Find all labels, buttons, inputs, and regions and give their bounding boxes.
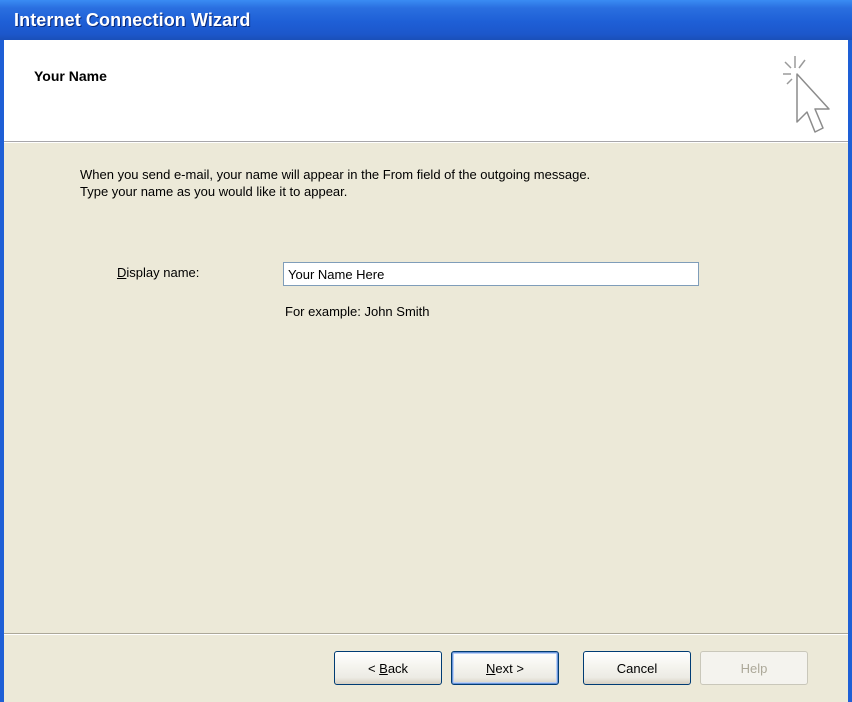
page-title: Your Name bbox=[34, 68, 107, 84]
intro-line-1: When you send e-mail, your name will app… bbox=[80, 167, 591, 182]
display-name-input[interactable] bbox=[283, 262, 699, 286]
window-title: Internet Connection Wizard bbox=[14, 10, 251, 30]
back-rest: ack bbox=[387, 660, 409, 676]
footer-separator-highlight bbox=[4, 634, 848, 635]
next-rest: ext > bbox=[495, 660, 524, 676]
title-bar[interactable]: Internet Connection Wizard bbox=[0, 0, 852, 40]
next-button[interactable]: Next > bbox=[451, 651, 559, 685]
next-accel: N bbox=[486, 660, 496, 676]
back-prefix: < bbox=[367, 660, 380, 676]
display-name-label: Display name: bbox=[117, 265, 199, 280]
header-divider bbox=[4, 142, 848, 143]
display-name-label-rest: isplay name: bbox=[126, 265, 200, 280]
wizard-header: Your Name bbox=[4, 40, 848, 142]
wizard-window: Internet Connection Wizard Your Name Whe… bbox=[0, 0, 852, 702]
display-name-accel: D bbox=[117, 265, 127, 280]
back-button[interactable]: < Back bbox=[334, 651, 442, 685]
example-text: For example: John Smith bbox=[285, 304, 430, 319]
cancel-button[interactable]: Cancel bbox=[583, 651, 691, 685]
wizard-cursor-sparkle-icon bbox=[783, 56, 830, 133]
intro-line-2: Type your name as you would like it to a… bbox=[80, 184, 348, 199]
help-button[interactable]: Help bbox=[700, 651, 808, 685]
intro-text: When you send e-mail, your name will app… bbox=[80, 166, 590, 200]
window-frame-right bbox=[848, 40, 852, 702]
back-accel: B bbox=[379, 660, 388, 676]
